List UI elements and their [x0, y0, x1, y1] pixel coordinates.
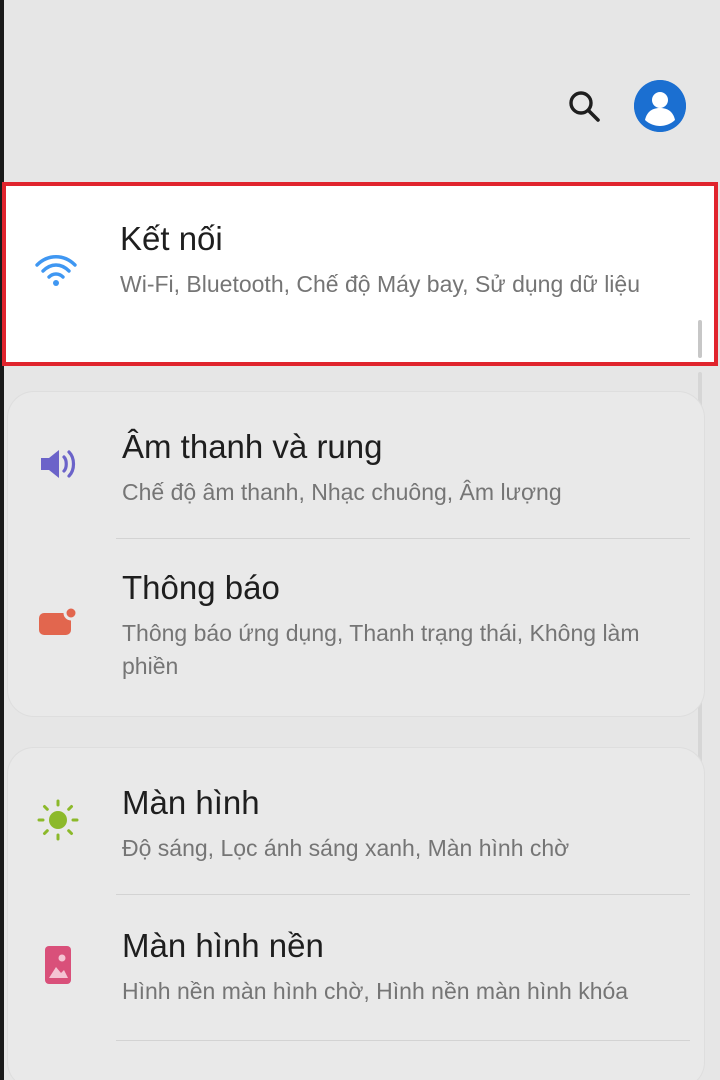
settings-item-wallpaper[interactable]: Màn hình nền Hình nền màn hình chờ, Hình… — [8, 895, 704, 1041]
wallpaper-icon — [36, 943, 80, 987]
settings-item-notifications[interactable]: Thông báo Thông báo ứng dụng, Thanh trạn… — [8, 539, 704, 716]
wallpaper-subtitle: Hình nền màn hình chờ, Hình nền màn hình… — [122, 978, 629, 1004]
search-icon — [567, 89, 601, 128]
settings-item-display[interactable]: Màn hình Độ sáng, Lọc ánh sáng xanh, Màn… — [8, 748, 704, 894]
connections-highlight: Kết nối Wi-Fi, Bluetooth, Chế độ Máy bay… — [2, 182, 718, 366]
account-avatar-icon — [634, 80, 686, 132]
settings-item-connections[interactable]: Kết nối Wi-Fi, Bluetooth, Chế độ Máy bay… — [6, 186, 714, 362]
notifications-title: Thông báo — [122, 569, 280, 606]
display-title: Màn hình — [122, 784, 260, 821]
wallpaper-title: Màn hình nền — [122, 927, 324, 964]
divider — [116, 1040, 690, 1041]
brightness-icon — [36, 798, 80, 842]
settings-group-display: Màn hình Độ sáng, Lọc ánh sáng xanh, Màn… — [8, 748, 704, 1080]
top-bar — [0, 0, 720, 180]
settings-item-sound[interactable]: Âm thanh và rung Chế độ âm thanh, Nhạc c… — [8, 392, 704, 538]
notifications-subtitle: Thông báo ứng dụng, Thanh trạng thái, Kh… — [122, 620, 640, 679]
sound-title: Âm thanh và rung — [122, 428, 383, 465]
sound-subtitle: Chế độ âm thanh, Nhạc chuông, Âm lượng — [122, 479, 562, 505]
notification-icon — [36, 599, 80, 643]
settings-group-sound-notifications: Âm thanh và rung Chế độ âm thanh, Nhạc c… — [8, 392, 704, 716]
account-avatar[interactable] — [634, 80, 686, 132]
speaker-icon — [36, 442, 80, 486]
scroll-indicator — [698, 320, 702, 358]
search-button[interactable] — [562, 86, 606, 130]
connections-title: Kết nối — [120, 220, 223, 257]
display-subtitle: Độ sáng, Lọc ánh sáng xanh, Màn hình chờ — [122, 835, 570, 861]
wifi-icon — [34, 248, 78, 292]
connections-subtitle: Wi-Fi, Bluetooth, Chế độ Máy bay, Sử dụn… — [120, 271, 641, 297]
